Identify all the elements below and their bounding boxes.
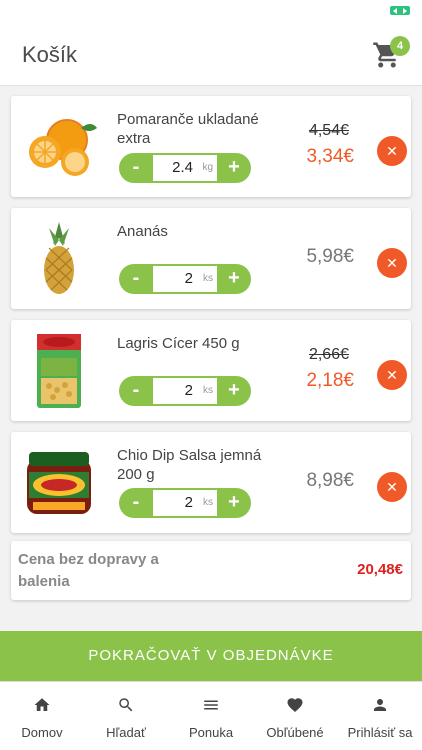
- product-name: Pomaranče ukladané extra: [117, 111, 259, 147]
- product-image-pineapple: [44, 222, 74, 294]
- quantity-value: 2: [184, 382, 193, 399]
- product-name: Ananás: [117, 223, 168, 240]
- nav-label: Prihlásiť sa: [347, 725, 413, 740]
- product-image-oranges: [29, 119, 97, 176]
- decrease-quantity-button[interactable]: -: [121, 264, 151, 294]
- cart-item: Chio Dip Salsa jemná 200 g - 2 ks + 8,98…: [11, 432, 411, 533]
- search-icon: [119, 698, 133, 712]
- remove-item-button[interactable]: ✕: [377, 248, 407, 278]
- cart-item: Pomaranče ukladané extra - 2.4 kg + 4,54…: [11, 96, 411, 197]
- increase-quantity-button[interactable]: +: [219, 153, 249, 183]
- summary-label: Cena bez dopravy a balenia: [18, 551, 159, 590]
- quantity-value: 2.4: [172, 159, 193, 176]
- price: 5,98€: [306, 246, 354, 267]
- quantity-value: 2: [184, 494, 193, 511]
- increase-quantity-button[interactable]: +: [219, 488, 249, 518]
- cart-item: Ananás - 2 ks + 5,98€ ✕: [11, 208, 411, 309]
- sale-price: 2,18€: [306, 370, 354, 391]
- cart-count-badge: 4: [390, 36, 410, 56]
- price: 8,98€: [306, 470, 354, 491]
- bottom-navigation: Domov Hľadať Ponuka Obľúbené Prihlásiť s…: [0, 681, 422, 750]
- quantity-field[interactable]: 2 ks: [153, 266, 217, 292]
- remove-item-button[interactable]: ✕: [377, 360, 407, 390]
- nav-search[interactable]: Hľadať: [84, 682, 168, 750]
- quantity-unit: ks: [203, 273, 213, 284]
- summary-total: 20,48€: [357, 561, 403, 578]
- quantity-stepper: - 2.4 kg +: [119, 153, 251, 183]
- remove-item-button[interactable]: ✕: [377, 136, 407, 166]
- quantity-field[interactable]: 2.4 kg: [153, 155, 217, 181]
- quantity-unit: kg: [202, 162, 213, 173]
- data-transfer-icon: [390, 6, 410, 15]
- product-name: Lagris Cícer 450 g: [117, 335, 240, 352]
- cart-item-list: Pomaranče ukladané extra - 2.4 kg + 4,54…: [11, 96, 411, 544]
- increase-quantity-button[interactable]: +: [219, 376, 249, 406]
- person-icon: [374, 699, 386, 711]
- cart-button[interactable]: 4: [370, 34, 410, 74]
- product-image-chickpeas: [37, 334, 81, 408]
- original-price: 4,54€: [308, 122, 349, 139]
- quantity-stepper: - 2 ks +: [119, 264, 251, 294]
- remove-item-button[interactable]: ✕: [377, 472, 407, 502]
- quantity-field[interactable]: 2 ks: [153, 490, 217, 516]
- page-title: Košík: [22, 42, 78, 67]
- app-header: Košík 4: [0, 22, 422, 86]
- quantity-unit: ks: [203, 497, 213, 508]
- increase-quantity-button[interactable]: +: [219, 264, 249, 294]
- cart-item: Lagris Cícer 450 g - 2 ks + 2,66€ 2,18€ …: [11, 320, 411, 421]
- quantity-stepper: - 2 ks +: [119, 488, 251, 518]
- menu-icon: [204, 700, 218, 710]
- home-icon: [34, 698, 50, 711]
- nav-label: Ponuka: [188, 725, 234, 740]
- heart-icon: [287, 698, 303, 713]
- decrease-quantity-button[interactable]: -: [121, 153, 151, 183]
- original-price: 2,66€: [308, 346, 349, 363]
- nav-favorites[interactable]: Obľúbené: [253, 682, 337, 750]
- nav-home[interactable]: Domov: [0, 682, 84, 750]
- decrease-quantity-button[interactable]: -: [121, 488, 151, 518]
- quantity-unit: ks: [203, 385, 213, 396]
- product-image-salsa-jar: [27, 452, 91, 514]
- nav-label: Obľúbené: [266, 725, 324, 740]
- order-summary: Cena bez dopravy a balenia 20,48€: [11, 541, 411, 600]
- continue-order-button[interactable]: POKRAČOVAŤ V OBJEDNÁVKE: [0, 631, 422, 681]
- quantity-value: 2: [184, 270, 193, 287]
- sale-price: 3,34€: [306, 146, 354, 167]
- nav-label: Domov: [21, 725, 63, 740]
- nav-label: Hľadať: [106, 725, 146, 740]
- status-bar: [0, 0, 422, 22]
- nav-login[interactable]: Prihlásiť sa: [338, 682, 422, 750]
- quantity-field[interactable]: 2 ks: [153, 378, 217, 404]
- quantity-stepper: - 2 ks +: [119, 376, 251, 406]
- decrease-quantity-button[interactable]: -: [121, 376, 151, 406]
- product-name: Chio Dip Salsa jemná 200 g: [117, 447, 262, 483]
- nav-menu[interactable]: Ponuka: [169, 682, 253, 750]
